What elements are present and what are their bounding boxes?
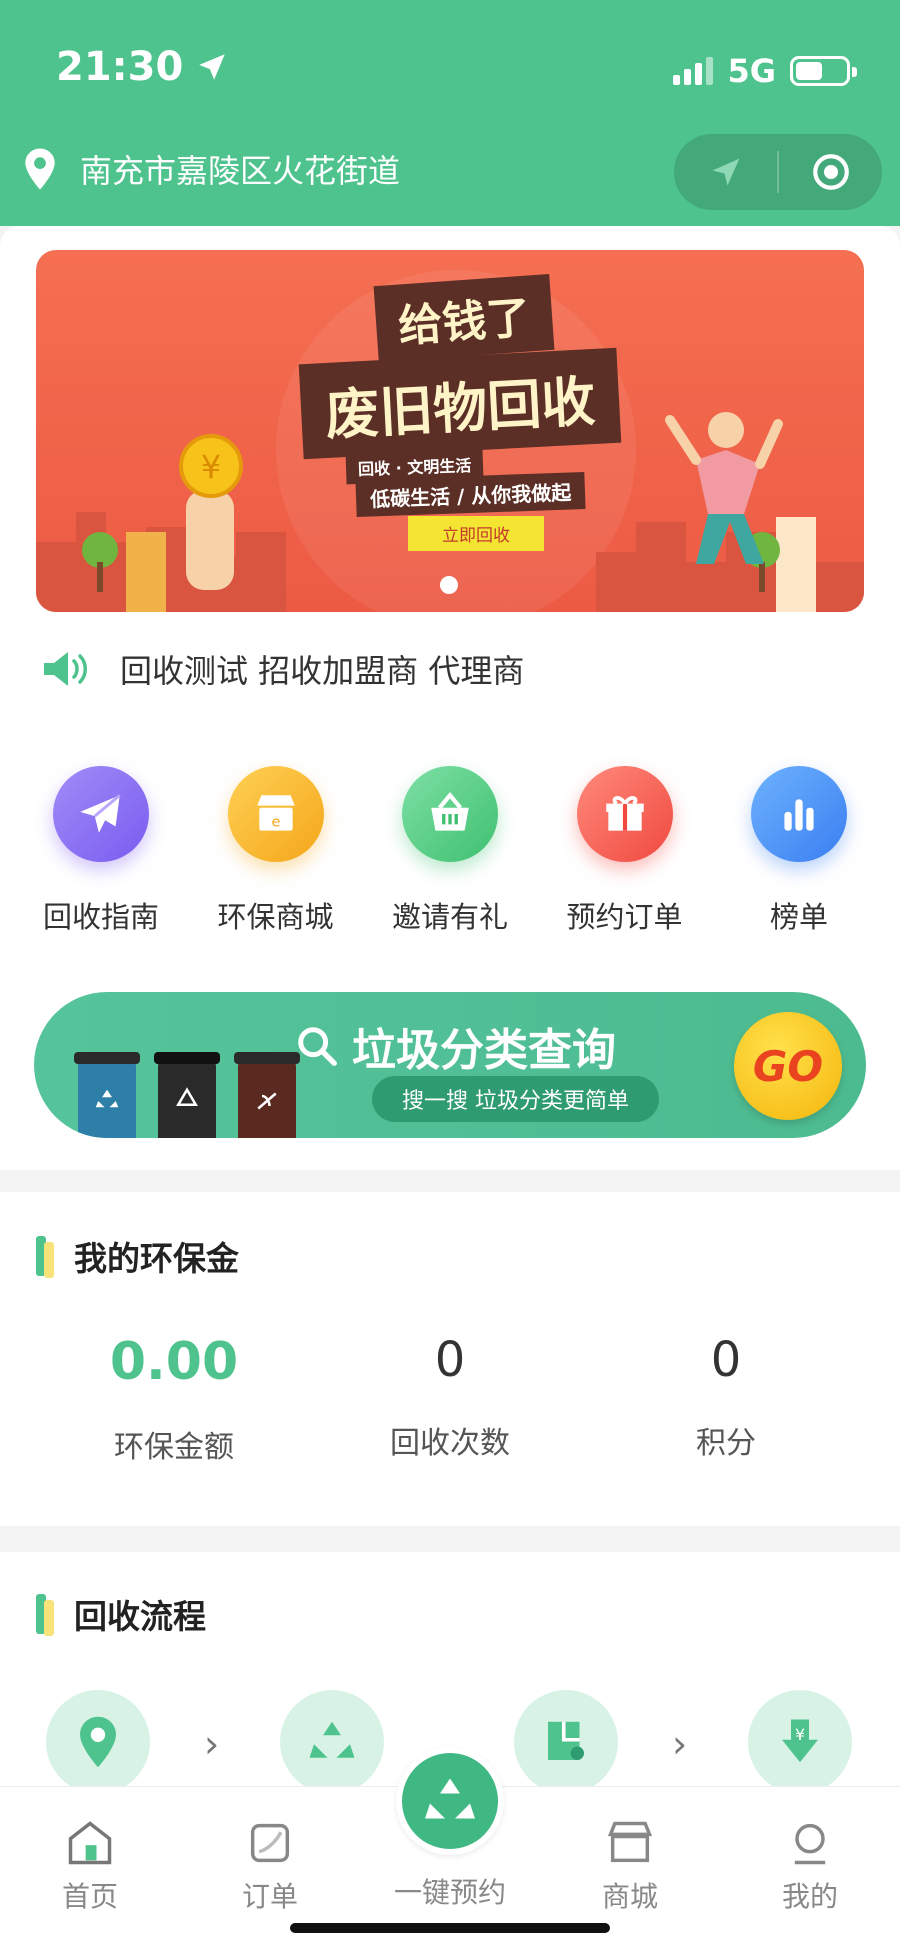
one-click-booking-button[interactable] (396, 1747, 504, 1855)
menu-item-orders[interactable]: 预约订单 (544, 766, 706, 936)
order-icon (250, 1823, 290, 1863)
shop-icon: e (227, 766, 324, 862)
battery-icon (790, 56, 857, 86)
tab-profile[interactable]: 我的 (750, 1817, 870, 1915)
target-icon (812, 154, 849, 190)
stat-value: 0 (434, 1332, 466, 1388)
status-time: 21:30 (56, 44, 229, 90)
process-step-pickup (514, 1690, 618, 1794)
sort-banner-title: 垃圾分类查询 (294, 1014, 616, 1078)
bar-chart-icon (751, 766, 847, 862)
stat-label: 积分 (696, 1426, 756, 1461)
speaker-icon (44, 652, 87, 686)
section-title: 我的环保金 (36, 1232, 239, 1280)
eco-funds-section: 我的环保金 0.00 环保金额 0 回收次数 0 积分 (0, 1192, 900, 1526)
stat-value: 0.00 (109, 1332, 239, 1392)
sort-banner-subtitle: 搜一搜 垃圾分类更简单 (372, 1076, 659, 1122)
map-pin-icon (80, 1716, 116, 1768)
notice-text: 回收测试 招收加盟商 代理商 (120, 652, 525, 690)
courier-icon (548, 1721, 584, 1760)
main-card: ¥ 给钱了 废旧物回收 回收 · 文明生活 低碳生活 / 从你我做起 立即回收 … (0, 226, 900, 1170)
promo-banner[interactable]: ¥ 给钱了 废旧物回收 回收 · 文明生活 低碳生活 / 从你我做起 立即回收 (36, 250, 864, 612)
menu-label: 榜单 (769, 900, 828, 934)
svg-text:e: e (271, 814, 280, 831)
tab-label: 我的 (781, 1880, 838, 1913)
carousel-indicator (440, 576, 458, 594)
stat-points[interactable]: 0 积分 (576, 1332, 876, 1462)
other-bin-icon (154, 1052, 220, 1138)
search-icon (298, 1027, 337, 1066)
stat-eco-amount[interactable]: 0.00 环保金额 (24, 1332, 324, 1466)
process-step-recycle (280, 1690, 384, 1794)
banner-headline: 给钱了 (373, 273, 555, 363)
garbage-sort-banner[interactable]: 垃圾分类查询 搜一搜 垃圾分类更简单 GO (34, 992, 866, 1138)
process-step-locate (46, 1690, 150, 1794)
tab-label: 商城 (601, 1880, 658, 1913)
funds-title: 我的环保金 (74, 1239, 239, 1278)
svg-text:¥: ¥ (201, 448, 221, 486)
signal-icon (673, 57, 714, 85)
chevron-right-icon: › (672, 1722, 688, 1766)
header: 21:30 5G 南充市嘉陵区火花街道 (0, 0, 900, 226)
navigation-arrow-icon (712, 158, 739, 186)
app-screen: 21:30 5G 南充市嘉陵区火花街道 ¥ 给钱了 废旧物回收 回收 · 文明生… (0, 0, 900, 1948)
menu-label: 预约订单 (566, 900, 683, 934)
time-text: 21:30 (56, 44, 184, 90)
bottom-tab-bar: 首页 订单 一键预约 商城 我的 (0, 1747, 900, 1948)
stat-label: 环保金额 (114, 1430, 234, 1465)
recycle-icon (425, 1778, 475, 1819)
yuan-download-icon: ¥ (782, 1719, 818, 1763)
process-step-payment: ¥ (748, 1690, 852, 1794)
menu-item-guide[interactable]: 回收指南 (20, 766, 182, 936)
location-arrow-icon (199, 54, 226, 80)
quick-menu: 回收指南 e 环保商城 邀请有礼 预约订单 榜单 (20, 766, 880, 936)
user-icon (794, 1823, 826, 1865)
menu-label: 回收指南 (42, 900, 159, 934)
location-text: 南充市嘉陵区火花街道 (80, 152, 401, 190)
gift-icon (576, 766, 673, 862)
sort-title-text: 垃圾分类查询 (352, 1025, 616, 1076)
home-indicator (290, 1923, 610, 1933)
notice-bar[interactable]: 回收测试 招收加盟商 代理商 (42, 646, 524, 692)
capsule-share-button[interactable] (674, 134, 777, 210)
home-icon (68, 1821, 112, 1865)
menu-label: 邀请有礼 (391, 900, 508, 934)
banner-recycle-button[interactable]: 立即回收 (408, 516, 544, 551)
process-title: 回收流程 (74, 1597, 206, 1636)
tab-label: 订单 (241, 1880, 298, 1913)
svg-text:¥: ¥ (795, 1725, 805, 1744)
banner-title: 废旧物回收 (298, 347, 622, 460)
mini-program-capsule (674, 134, 882, 210)
cheering-person-icon (665, 412, 783, 564)
menu-item-ranking[interactable]: 榜单 (718, 766, 880, 936)
recyclable-bin-icon (74, 1052, 140, 1138)
menu-label: 环保商城 (217, 900, 334, 934)
coin-hand-icon: ¥ (179, 434, 243, 590)
kitchen-bin-icon (234, 1052, 300, 1138)
status-indicators: 5G (673, 52, 857, 90)
stat-recycle-count[interactable]: 0 回收次数 (300, 1332, 600, 1462)
go-button[interactable]: GO (734, 1012, 842, 1120)
section-title: 回收流程 (36, 1590, 206, 1638)
recycle-icon (309, 1721, 355, 1758)
menu-item-shop[interactable]: e 环保商城 (195, 766, 357, 936)
section-marker-icon (36, 1594, 56, 1636)
tab-mall[interactable]: 商城 (570, 1817, 690, 1915)
tab-label: 一键预约 (393, 1876, 506, 1909)
stat-value: 0 (710, 1332, 742, 1388)
basket-icon (402, 766, 498, 862)
stat-label: 回收次数 (390, 1426, 510, 1461)
tab-orders[interactable]: 订单 (210, 1817, 330, 1915)
tab-label: 首页 (61, 1880, 118, 1913)
network-label: 5G (727, 52, 776, 90)
map-pin-icon (25, 148, 55, 190)
paper-plane-icon (53, 766, 149, 862)
location-selector[interactable]: 南充市嘉陵区火花街道 (22, 146, 400, 192)
storefront-icon (607, 1821, 653, 1863)
menu-item-invite[interactable]: 邀请有礼 (369, 766, 531, 936)
capsule-close-button[interactable] (779, 134, 882, 210)
chevron-right-icon: › (204, 1722, 220, 1766)
section-marker-icon (36, 1236, 56, 1278)
tab-home[interactable]: 首页 (30, 1817, 150, 1915)
